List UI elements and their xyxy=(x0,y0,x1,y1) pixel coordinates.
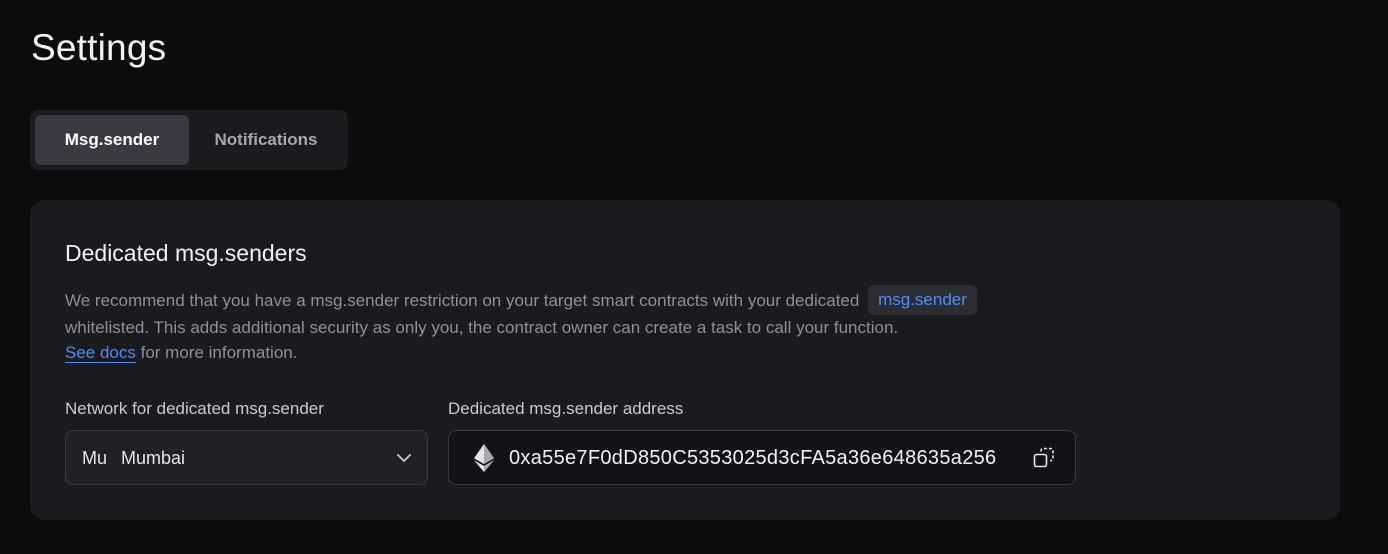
description-text-part2: whitelisted. This adds additional securi… xyxy=(65,317,899,337)
msg-sender-code-pill: msg.sender xyxy=(868,284,977,315)
dedicated-msg-senders-card: Dedicated msg.senders We recommend that … xyxy=(30,200,1340,520)
address-field-label: Dedicated msg.sender address xyxy=(448,399,684,418)
settings-tabs: Msg.sender Notifications xyxy=(30,110,348,170)
network-select-value: Mumbai xyxy=(121,448,186,468)
card-title: Dedicated msg.senders xyxy=(65,240,307,266)
msg-sender-address-box: 0xa55e7F0dD850C5353025d3cFA5a36e648635a2… xyxy=(448,430,1076,485)
see-docs-link[interactable]: See docs xyxy=(65,343,136,362)
network-select[interactable]: Mu Mumbai xyxy=(65,430,428,485)
network-abbr: Mu xyxy=(82,448,108,468)
docs-suffix-text: for more information. xyxy=(135,342,298,362)
ethereum-icon xyxy=(474,444,494,472)
description-text-part1: We recommend that you have a msg.sender … xyxy=(65,291,860,310)
copy-icon[interactable] xyxy=(1033,447,1055,469)
network-field-label: Network for dedicated msg.sender xyxy=(65,399,324,418)
tab-msg-sender[interactable]: Msg.sender xyxy=(35,115,189,165)
tab-notifications[interactable]: Notifications xyxy=(193,115,339,165)
chevron-down-icon xyxy=(397,454,411,462)
page-title: Settings xyxy=(31,27,167,68)
card-description: We recommend that you have a msg.sender … xyxy=(65,284,1115,365)
msg-sender-address: 0xa55e7F0dD850C5353025d3cFA5a36e648635a2… xyxy=(509,447,997,469)
